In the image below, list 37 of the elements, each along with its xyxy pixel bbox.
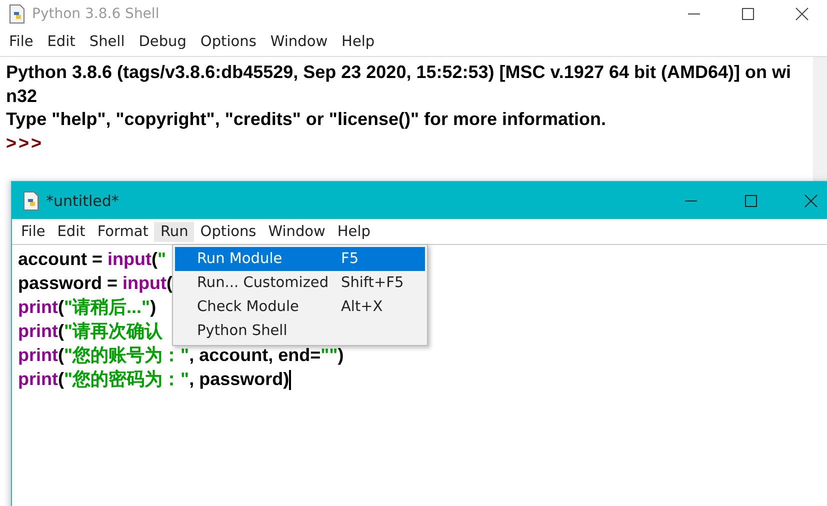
code-line: print("请稍后...") <box>18 296 156 319</box>
menu-item[interactable]: Help <box>331 222 376 242</box>
code-line: print("请再次确认 <box>18 320 163 343</box>
menu-option[interactable]: Run Module F5 <box>175 247 425 271</box>
menu-item[interactable]: File <box>15 222 52 242</box>
output-line: Type "help", "copyright", "credits" or "license()" for more information. <box>6 108 608 131</box>
menu-item[interactable]: Run <box>154 222 194 242</box>
window-title: *untitled* <box>46 192 119 210</box>
menu-item[interactable]: Window <box>263 34 335 50</box>
menu-item[interactable]: Format <box>91 222 154 242</box>
menu-item[interactable]: Edit <box>40 34 82 50</box>
menu-item[interactable]: Edit <box>51 222 92 242</box>
menu-option[interactable]: Run... Customized Shift+F5 <box>175 271 425 295</box>
menu-item[interactable]: Options <box>194 222 262 242</box>
menu-option[interactable]: Python Shell <box>175 319 425 343</box>
menu-item[interactable]: Shell <box>82 34 132 50</box>
menu-option[interactable]: Check Module Alt+X <box>175 295 425 319</box>
maximize-icon[interactable] <box>741 7 755 21</box>
scrollbar[interactable] <box>813 57 827 183</box>
python-file-icon <box>22 190 40 210</box>
prompt-text: >>> <box>6 132 45 154</box>
menu-item[interactable]: Help <box>334 34 382 50</box>
close-icon[interactable] <box>804 194 818 208</box>
output-line: Python 3.8.6 (tags/v3.8.6:db45529, Sep 23 2020, 15:52:53) [MSC v.1927 64 bit (AMD64)] on wi <box>6 61 792 84</box>
code-line: print("您的账号为：", account, end="") <box>18 344 344 367</box>
code-line: account = input(" <box>18 248 166 271</box>
maximize-icon[interactable] <box>744 194 758 208</box>
code-line: print("您的密码为：", password) <box>18 368 292 391</box>
code-line: password = input( <box>18 272 173 295</box>
menu-item[interactable]: Window <box>262 222 332 242</box>
output-line: n32 <box>6 84 38 108</box>
close-icon[interactable] <box>795 7 809 21</box>
menu-item[interactable]: File <box>2 34 40 50</box>
menu-item[interactable]: Options <box>193 34 264 50</box>
python-file-icon <box>8 4 26 24</box>
menu-item[interactable]: Debug <box>132 34 194 50</box>
window-title: Python 3.8.6 Shell <box>32 6 160 22</box>
